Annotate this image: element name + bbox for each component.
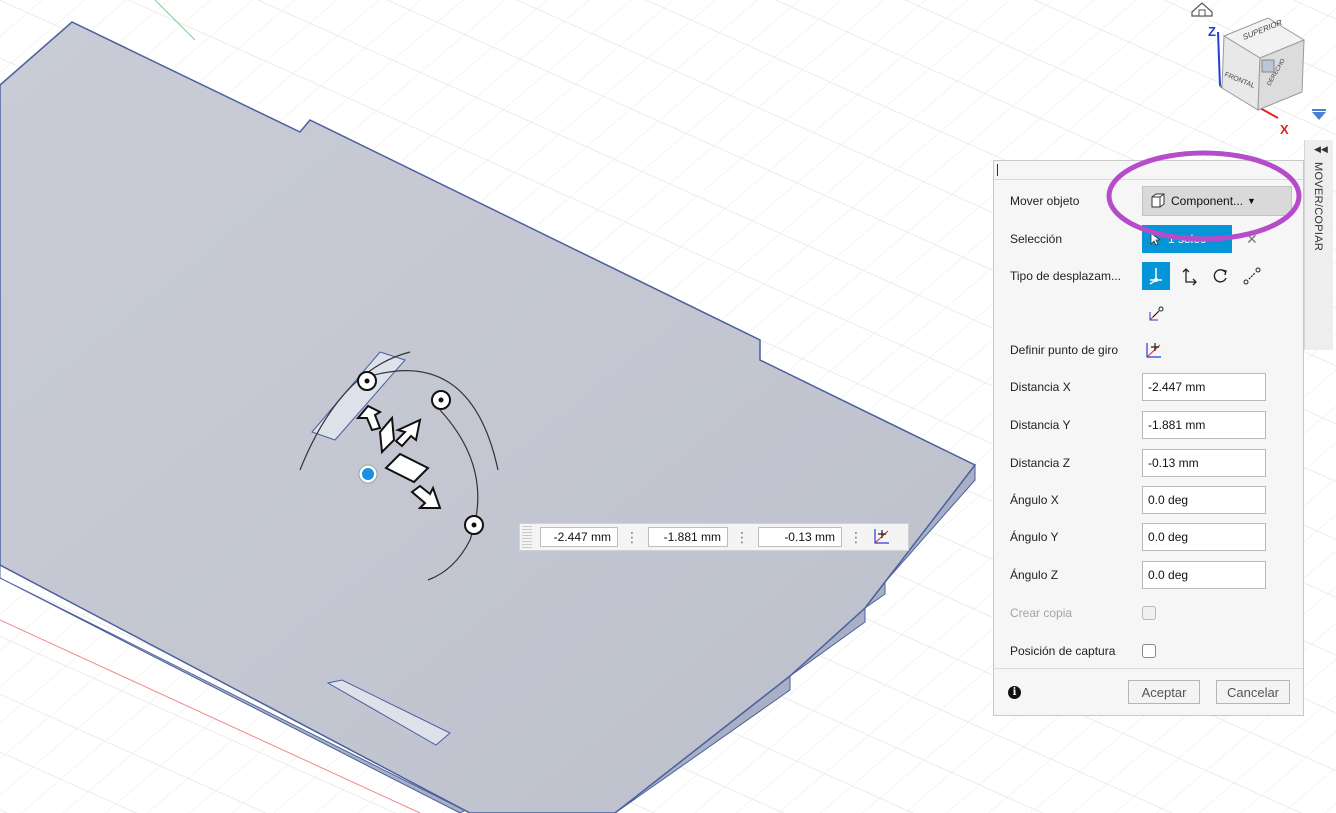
row-dist-x: Distancia X -2.447 mm xyxy=(1010,373,1295,401)
angle-z-label: Ángulo Z xyxy=(1010,568,1059,582)
move-copy-panel: Mover objeto Component... ▼ Selección 1 … xyxy=(993,160,1304,716)
separator-icon: ⋮ xyxy=(849,528,863,545)
x-axis-label: X xyxy=(1280,122,1289,137)
row-angle-x: Ángulo X 0.0 deg xyxy=(1010,486,1295,514)
distance-y-input[interactable]: -1.881 mm xyxy=(1142,411,1266,439)
angle-y-input[interactable]: 0.0 deg xyxy=(1142,523,1266,551)
separator-icon: ⋮ xyxy=(625,528,639,545)
pivot-icon[interactable] xyxy=(872,527,894,547)
capture-position-label: Posición de captura xyxy=(1010,644,1116,658)
rotate-icon[interactable] xyxy=(1206,262,1234,290)
inline-y-input[interactable]: -1.881 mm xyxy=(648,527,728,547)
distance-x-input[interactable]: -2.447 mm xyxy=(1142,373,1266,401)
point-to-point-icon[interactable] xyxy=(1238,262,1266,290)
distance-z-label: Distancia Z xyxy=(1010,456,1071,470)
row-move-type-extra xyxy=(1142,300,1295,328)
angle-x-label: Ángulo X xyxy=(1010,493,1059,507)
clear-selection-icon[interactable]: ✕ xyxy=(1246,231,1258,248)
distance-x-label: Distancia X xyxy=(1010,380,1071,394)
row-dist-y: Distancia Y -1.881 mm xyxy=(1010,411,1295,439)
z-axis-indicator xyxy=(1217,31,1221,87)
row-angle-y: Ángulo Y 0.0 deg xyxy=(1010,523,1295,551)
drag-grip[interactable] xyxy=(522,526,532,548)
collapse-left-icon[interactable]: ◀◀ xyxy=(1314,144,1328,155)
row-selection: Selección 1 selec ✕ xyxy=(1010,225,1295,253)
rotation-handle-2[interactable] xyxy=(431,390,451,410)
component-icon xyxy=(1151,193,1165,208)
move-object-value: Component... xyxy=(1171,194,1244,208)
angle-y-label: Ángulo Y xyxy=(1010,530,1059,544)
row-move-object: Mover objeto Component... ▼ xyxy=(1010,186,1295,216)
side-tab-label: MOVER/COPIAR xyxy=(1312,162,1324,252)
angle-z-input[interactable]: 0.0 deg xyxy=(1142,561,1266,589)
viewcube-menu-icon[interactable] xyxy=(1312,112,1326,120)
angle-x-input[interactable]: 0.0 deg xyxy=(1142,486,1266,514)
selection-button[interactable]: 1 selec xyxy=(1142,225,1232,253)
selection-count: 1 selec xyxy=(1168,232,1207,246)
accept-button[interactable]: Aceptar xyxy=(1128,680,1200,704)
selection-label: Selección xyxy=(1010,232,1063,246)
chevron-down-icon: ▼ xyxy=(1247,196,1256,206)
pivot-origin-point[interactable] xyxy=(358,464,378,484)
z-axis-label: Z xyxy=(1208,24,1216,39)
separator-icon: ⋮ xyxy=(735,528,749,545)
create-copy-checkbox xyxy=(1142,606,1156,620)
row-move-type: Tipo de desplazam... xyxy=(1010,262,1295,290)
move-object-label: Mover objeto xyxy=(1010,194,1080,208)
info-icon[interactable]: i xyxy=(1008,685,1021,699)
cursor-arrow-icon xyxy=(1150,232,1162,246)
row-create-copy: Crear copia xyxy=(1010,599,1295,627)
distance-y-label: Distancia Y xyxy=(1010,418,1071,432)
row-dist-z: Distancia Z -0.13 mm xyxy=(1010,449,1295,477)
capture-position-checkbox[interactable] xyxy=(1142,644,1156,658)
set-pivot-icon[interactable] xyxy=(1140,336,1168,364)
mover-copiar-side-tab[interactable]: ◀◀ MOVER/COPIAR xyxy=(1304,140,1333,350)
row-capture-position: Posición de captura xyxy=(1010,637,1295,665)
row-angle-z: Ángulo Z 0.0 deg xyxy=(1010,561,1295,589)
cancel-button[interactable]: Cancelar xyxy=(1216,680,1290,704)
view-cube[interactable]: Z X SUPERIOR FRONTAL DERECHO xyxy=(1180,0,1336,140)
translate-icon[interactable] xyxy=(1174,262,1202,290)
distance-z-input[interactable]: -0.13 mm xyxy=(1142,449,1266,477)
row-pivot: Definir punto de giro xyxy=(1010,336,1295,364)
panel-footer: i Aceptar Cancelar xyxy=(994,668,1303,715)
cube-corner-highlight[interactable] xyxy=(1261,59,1275,73)
move-object-dropdown[interactable]: Component... ▼ xyxy=(1142,186,1292,216)
home-icon[interactable] xyxy=(1191,2,1213,17)
panel-header[interactable] xyxy=(994,161,1303,180)
inline-x-input[interactable]: -2.447 mm xyxy=(540,527,618,547)
rotation-handle-1[interactable] xyxy=(357,371,377,391)
create-copy-label: Crear copia xyxy=(1010,606,1073,620)
inline-distance-bar: -2.447 mm ⋮ -1.881 mm ⋮ -0.13 mm ⋮ xyxy=(519,523,909,551)
move-type-label: Tipo de desplazam... xyxy=(1010,269,1121,283)
pivot-label: Definir punto de giro xyxy=(1010,343,1119,357)
inline-z-input[interactable]: -0.13 mm xyxy=(758,527,842,547)
rotation-handle-3[interactable] xyxy=(464,515,484,535)
point-to-position-icon[interactable] xyxy=(1142,300,1170,328)
free-move-icon[interactable] xyxy=(1142,262,1170,290)
